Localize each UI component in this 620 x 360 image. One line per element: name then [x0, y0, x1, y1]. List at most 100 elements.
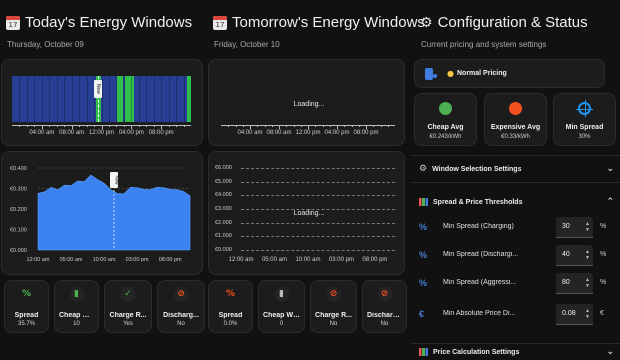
y-tick-label: €4.000 [215, 192, 232, 199]
lightbulb-icon: ● [447, 69, 454, 78]
percent-icon: % [419, 278, 428, 288]
cheap-window[interactable] [125, 76, 135, 122]
threshold-param-unit: % [600, 279, 607, 286]
axis-tick-label: 08:00 pm [148, 130, 174, 136]
config-stat-tile[interactable]: Cheap Avg €0.243/kWh [414, 93, 477, 146]
x-tick-label: 03:00 pm [328, 257, 354, 263]
grid-line [241, 168, 395, 169]
axis-minor-tick [123, 125, 125, 127]
hour-divider [183, 76, 185, 122]
hour-divider [138, 76, 140, 122]
block-icon: ⊘ [326, 287, 341, 302]
window-selection-row[interactable]: ⚙ Window Selection Settings ⌄ [411, 155, 620, 183]
mode-device-dot [433, 74, 437, 78]
x-tick-label: 08:00 pm [159, 257, 182, 263]
hour-divider [146, 76, 148, 122]
axis-minor-tick [264, 125, 266, 127]
x-tick-label: 10:00 am [295, 257, 321, 263]
price-calc-row[interactable]: Price Calculation Settings ⌄ [411, 343, 620, 360]
today-timeline-axis: 04:00 am 08:00 am 12:00 pm 04:00 pm 08:00 pm [12, 125, 191, 136]
cheap-window[interactable] [187, 76, 191, 122]
hour-divider [19, 76, 21, 122]
axis-tick [161, 125, 163, 129]
stat-tile-value: 0 [279, 321, 284, 327]
axis-tick [337, 125, 338, 129]
threshold-param-row: % Min Spread (Aggressi... 80 ▲ ▼% [411, 271, 620, 297]
axis-minor-tick [34, 125, 36, 127]
config-subtitle: Current pricing and system settings [421, 40, 547, 49]
spread-thresholds-row[interactable]: Spread & Price Thresholds ⌃ [411, 190, 620, 214]
cheap-window[interactable] [117, 76, 124, 122]
threshold-param-row: % Min Spread (Dischargi... 40 ▲ ▼% [411, 243, 620, 269]
tomorrow-title-text: Tomorrow's Energy Windows [232, 14, 425, 31]
y-tick-label: €6.000 [215, 165, 232, 171]
battery-icon: ▮ [69, 287, 84, 302]
threshold-param-unit: % [600, 251, 607, 258]
axis-tick-label: 12:00 pm [295, 130, 321, 136]
axis-minor-tick [300, 125, 302, 127]
stat-tile-name: Cheap Wi... [263, 312, 301, 319]
x-tick-label: 03:00 pm [126, 257, 149, 263]
tomorrow-loading: Loading... [293, 101, 325, 108]
y-tick-label: €0.400 [10, 166, 27, 172]
grid-line [241, 181, 395, 183]
stat-tile-value: 10 [73, 321, 80, 327]
threshold-param-value: 80 [562, 279, 570, 286]
pricing-mode-card[interactable]: ● Normal Pricing [414, 59, 605, 88]
axis-tick [279, 125, 280, 129]
threshold-param-value: 30 [562, 223, 570, 230]
axis-minor-tick [168, 125, 170, 127]
stat-tile-value: Yes [123, 321, 133, 327]
crosshair-v [584, 100, 586, 117]
price-calc-label: Price Calculation Settings [433, 348, 520, 356]
stepper-arrows-icon[interactable]: ▲ ▼ [585, 221, 590, 233]
config-title-text: Configuration & Status [437, 14, 588, 31]
today-title: 17 Today's Energy Windows [6, 14, 192, 31]
hour-divider [26, 76, 28, 122]
today-stat-tile[interactable]: ✓ Charge R... Yes [104, 280, 152, 333]
hour-divider [41, 76, 43, 122]
x-tick-label: 05:00 am [60, 257, 83, 263]
axis-minor-tick [271, 125, 273, 127]
axis-tick-label: 08:00 pm [353, 130, 379, 136]
block-icon: ⊘ [377, 287, 392, 302]
axis-minor-tick [176, 125, 178, 127]
grid-line [241, 236, 395, 238]
threshold-param-row: € Min Absolute Price Di... 0.08 ▲ ▼ € [411, 302, 620, 328]
threshold-param-input[interactable]: 30 ▲ ▼ [556, 217, 593, 238]
stat-tile-name: Charge R... [109, 312, 147, 319]
now-marker-label: Now [93, 80, 102, 98]
tomorrow-stat-tile[interactable]: % Spread 0.0% [208, 280, 253, 333]
axis-tick-label: 04:00 pm [324, 130, 350, 136]
today-timeline-bar: Now [12, 76, 191, 122]
today-stat-tile[interactable]: ⊘ Discharg... No [157, 280, 205, 333]
grid-line [241, 195, 395, 197]
axis-minor-tick [116, 125, 118, 127]
axis-minor-tick [380, 125, 382, 127]
axis-tick [101, 125, 103, 129]
y-tick-label: €5.000 [215, 178, 232, 185]
today-stat-tile[interactable]: ▮ Cheap Wi... 10 [54, 280, 99, 333]
threshold-param-input[interactable]: 80 ▲ ▼ [556, 273, 593, 294]
axis-minor-tick [94, 125, 96, 127]
axis-minor-tick [351, 125, 353, 127]
config-tile-name: Expensive Avg [490, 124, 541, 131]
threshold-param-input[interactable]: 40 ▲ ▼ [556, 245, 593, 266]
axis-tick-label: 04:00 pm [118, 130, 144, 136]
tomorrow-stat-tile[interactable]: ▮ Cheap Wi... 0 [258, 280, 305, 333]
tomorrow-stat-tile[interactable]: ⊘ Discharg... No [362, 280, 407, 333]
tomorrow-stat-tile[interactable]: ⊘ Charge R... No [310, 280, 357, 333]
stepper-arrows-icon[interactable]: ▲ ▼ [585, 308, 590, 320]
today-stat-tile[interactable]: % Spread 35.7% [4, 280, 49, 333]
x-tick-label: 10:00 am [93, 257, 116, 263]
stepper-arrows-icon[interactable]: ▲ ▼ [585, 249, 590, 261]
hour-divider [153, 76, 155, 122]
tomorrow-chart-loading: Loading... [293, 210, 325, 217]
stepper-arrows-icon[interactable]: ▲ ▼ [585, 277, 590, 289]
config-stat-tile[interactable]: Expensive Avg €0.33/kWh [484, 93, 547, 146]
threshold-param-label: Min Absolute Price Di... [443, 310, 516, 317]
config-stat-tile[interactable]: Min Spread 30% [553, 93, 616, 146]
window-selection-label: Window Selection Settings [432, 165, 522, 173]
threshold-param-input[interactable]: 0.08 ▲ ▼ [556, 304, 593, 325]
tomorrow-date: Friday, October 10 [214, 40, 280, 49]
